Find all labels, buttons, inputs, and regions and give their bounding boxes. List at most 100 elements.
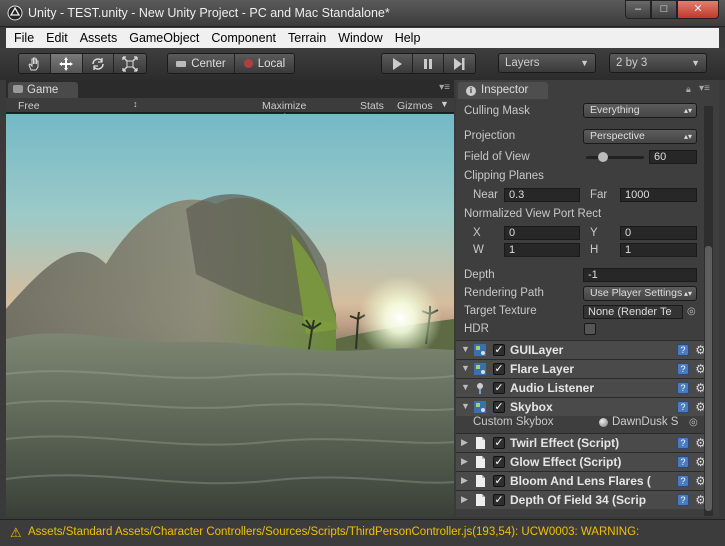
step-button[interactable] [443, 54, 475, 73]
object-picker-icon[interactable]: ◎ [687, 306, 696, 317]
viewport-y-value: 0 [625, 227, 632, 239]
audio-listener-enabled-checkbox[interactable]: ✓ [493, 382, 505, 394]
local-label: Local [257, 57, 286, 70]
minimize-button[interactable]: ‒ [625, 0, 651, 19]
help-book-icon[interactable]: ? [677, 475, 689, 487]
foldout-arrow-icon[interactable]: ▶ [461, 475, 468, 486]
near-field[interactable]: 0.3 [504, 188, 580, 202]
help-book-icon[interactable]: ? [677, 401, 689, 413]
viewport-h-field[interactable]: 1 [620, 243, 697, 257]
center-pivot-button[interactable]: Center [168, 54, 235, 73]
foldout-arrow-expanded-icon[interactable]: ▼ [461, 401, 470, 411]
viewport-x-value: 0 [509, 227, 516, 239]
play-button[interactable] [382, 54, 414, 73]
lock-icon[interactable]: 🔒︎ [686, 84, 691, 95]
menu-help[interactable]: Help [389, 31, 427, 45]
projection-dropdown[interactable]: Perspective ▴▾ [583, 129, 697, 144]
help-book-icon[interactable]: ? [677, 437, 689, 449]
viewport-w-label: W [473, 244, 484, 256]
component-glow-effect[interactable]: ▶ ✓ Glow Effect (Script) ? ⚙︎ [456, 452, 711, 471]
foldout-arrow-icon[interactable]: ▼ [461, 363, 470, 373]
move-tool-button[interactable] [50, 54, 83, 73]
rendering-path-label: Rendering Path [464, 287, 544, 299]
rendering-path-dropdown[interactable]: Use Player Settings ▴▾ [583, 286, 697, 301]
hdr-checkbox[interactable] [584, 323, 596, 335]
component-audio-listener[interactable]: ▼ ✓ Audio Listener ? ⚙︎ [456, 378, 711, 397]
component-twirl-effect[interactable]: ▶ ✓ Twirl Effect (Script) ? ⚙︎ [456, 433, 711, 452]
script-icon [476, 437, 485, 449]
scrollbar-thumb[interactable] [705, 246, 712, 511]
warning-icon: ⚠︎ [10, 525, 22, 540]
pause-button[interactable] [413, 54, 444, 73]
tab-game[interactable]: Game [8, 82, 78, 98]
hand-tool-button[interactable] [19, 54, 51, 73]
menu-gameobject[interactable]: GameObject [123, 31, 205, 45]
guilayer-enabled-checkbox[interactable]: ✓ [493, 344, 505, 356]
viewport-y-field[interactable]: 0 [620, 226, 697, 240]
skybox-enabled-checkbox[interactable]: ✓ [493, 401, 505, 413]
bloom-enabled-checkbox[interactable]: ✓ [493, 475, 505, 487]
foldout-arrow-icon[interactable]: ▶ [461, 494, 468, 505]
window-controls: ‒ □ ✕ [625, 0, 719, 20]
twirl-effect-enabled-checkbox[interactable]: ✓ [493, 437, 505, 449]
layers-label: Layers [505, 57, 540, 69]
custom-skybox-field[interactable]: DawnDusk S [612, 416, 684, 428]
viewport-x-field[interactable]: 0 [504, 226, 580, 240]
culling-mask-dropdown[interactable]: Everything ▴▾ [583, 103, 697, 118]
component-guilayer[interactable]: ▼ ✓ GUILayer ? ⚙︎ [456, 340, 711, 359]
close-button[interactable]: ✕ [677, 0, 719, 19]
depth-of-field-enabled-checkbox[interactable]: ✓ [493, 494, 505, 506]
game-viewport[interactable] [6, 114, 454, 517]
tab-inspector[interactable]: i Inspector [458, 82, 548, 99]
component-flare-layer[interactable]: ▼ ✓ Flare Layer ? ⚙︎ [456, 359, 711, 378]
component-skybox[interactable]: ▼ ✓ Skybox ? ⚙︎ [456, 397, 711, 416]
layout-dropdown[interactable]: 2 by 3 ▼ [609, 53, 707, 73]
help-book-icon[interactable]: ? [677, 456, 689, 468]
maximize-button[interactable]: □ [651, 0, 677, 19]
foldout-arrow-icon[interactable]: ▶ [461, 437, 468, 448]
help-book-icon[interactable]: ? [677, 363, 689, 375]
chevron-down-icon: ▼ [691, 58, 700, 68]
depth-field[interactable]: -1 [583, 268, 697, 282]
menu-window[interactable]: Window [332, 31, 388, 45]
audio-listener-icon [477, 383, 483, 394]
rotate-tool-button[interactable] [82, 54, 115, 73]
menu-component[interactable]: Component [205, 31, 282, 45]
main-toolbar: Center Local Layers ▼ 2 by 3 ▼ [0, 48, 725, 80]
fov-slider-handle[interactable] [598, 152, 608, 162]
menu-assets[interactable]: Assets [74, 31, 124, 45]
foldout-arrow-icon[interactable]: ▼ [461, 344, 470, 354]
panel-menu-icon[interactable]: ▾≡ [699, 83, 710, 94]
fov-slider[interactable] [586, 152, 644, 162]
object-picker-icon[interactable]: ◎ [689, 417, 698, 428]
console-status-bar[interactable]: ⚠︎ Assets/Standard Assets/Character Cont… [0, 519, 725, 546]
viewport-w-field[interactable]: 1 [504, 243, 580, 257]
far-field[interactable]: 1000 [620, 188, 697, 202]
menu-edit[interactable]: Edit [40, 31, 74, 45]
projection-value: Perspective [590, 130, 645, 142]
component-name: Flare Layer [510, 362, 575, 376]
foldout-arrow-icon[interactable]: ▼ [461, 382, 470, 392]
help-book-icon[interactable]: ? [677, 344, 689, 356]
game-view-icon [13, 85, 23, 93]
scale-tool-button[interactable] [114, 54, 146, 73]
help-book-icon[interactable]: ? [677, 494, 689, 506]
menu-file[interactable]: File [8, 31, 40, 45]
foldout-arrow-icon[interactable]: ▶ [461, 456, 468, 467]
panel-menu-icon[interactable]: ▾≡ [439, 82, 450, 93]
component-depth-of-field[interactable]: ▶ ✓ Depth Of Field 34 (Scrip ? ⚙︎ [456, 490, 711, 509]
viewport-h-value: 1 [625, 244, 632, 256]
target-texture-field[interactable]: None (Render Te [583, 305, 683, 319]
menu-terrain[interactable]: Terrain [282, 31, 332, 45]
center-label: Center [191, 57, 226, 70]
flare-layer-enabled-checkbox[interactable]: ✓ [493, 363, 505, 375]
game-view-toolbar: Free Aspect ↕ Maximize on Play Stats Giz… [6, 98, 454, 124]
help-book-icon[interactable]: ? [677, 382, 689, 394]
fov-field[interactable]: 60 [649, 150, 697, 164]
culling-mask-value: Everything [590, 104, 640, 116]
glow-effect-enabled-checkbox[interactable]: ✓ [493, 456, 505, 468]
inspector-scrollbar[interactable] [704, 106, 713, 516]
local-space-button[interactable]: Local [234, 54, 294, 73]
component-bloom-lens-flares[interactable]: ▶ ✓ Bloom And Lens Flares ( ? ⚙︎ [456, 471, 711, 490]
layers-dropdown[interactable]: Layers ▼ [498, 53, 596, 73]
